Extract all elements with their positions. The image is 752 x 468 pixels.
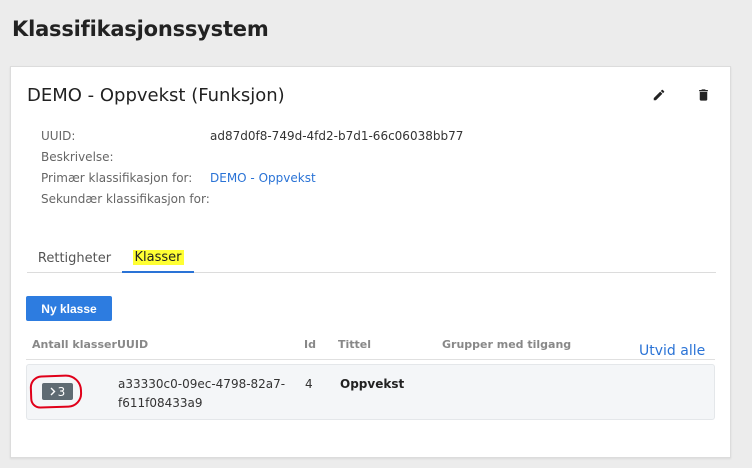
class-count: 3	[57, 384, 66, 399]
row-title[interactable]: Oppvekst	[340, 375, 404, 394]
chevron-right-icon	[50, 387, 56, 396]
column-header-title: Tittel	[338, 338, 372, 351]
column-header-uuid: UUID	[117, 338, 149, 351]
row-id: 4	[305, 377, 313, 391]
expand-all-link[interactable]: Utvid alle	[639, 343, 705, 359]
column-header-groups: Grupper med tilgang	[442, 338, 572, 351]
expand-row-button[interactable]: 3	[42, 383, 73, 400]
new-class-button[interactable]: Ny klasse	[26, 296, 112, 321]
row-uuid: a33330c0-09ec-4798-82a7-f611f08433a9	[118, 377, 286, 410]
page-title: Klassifikasjonssystem	[12, 17, 269, 41]
column-header-count: Antall klasser	[32, 338, 117, 351]
table-row: 3 a33330c0-09ec-4798-82a7-f611f08433a9 4…	[26, 364, 715, 420]
column-header-id: Id	[304, 338, 316, 351]
table-header-divider	[26, 359, 715, 360]
